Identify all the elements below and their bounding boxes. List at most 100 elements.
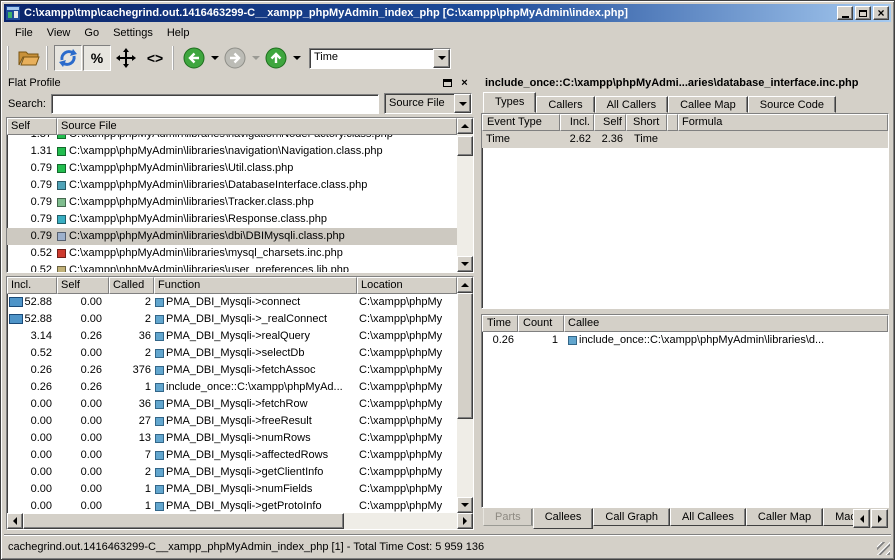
function-row[interactable]: 0.52 0.00 2 PMA_DBI_Mysqli->selectDb C:\… — [7, 345, 457, 362]
combo-arrow-button[interactable] — [433, 49, 450, 68]
toolbar-handle[interactable] — [46, 46, 51, 70]
source-file-row[interactable]: 0.79 C:\xampp\phpMyAdmin\libraries\Respo… — [7, 211, 457, 228]
source-scrollbar[interactable] — [457, 118, 473, 272]
source-file-row[interactable]: 0.79 C:\xampp\phpMyAdmin\libraries\Track… — [7, 194, 457, 211]
bottom-tab[interactable]: Parts — [483, 508, 533, 526]
scroll-track[interactable] — [457, 293, 473, 497]
function-hscrollbar[interactable] — [7, 513, 473, 529]
menu-item[interactable]: Go — [77, 25, 106, 41]
function-row[interactable]: 0.00 0.00 27 PMA_DBI_Mysqli->freeResult … — [7, 413, 457, 430]
cycle-graph-button[interactable] — [54, 45, 82, 71]
title-bar[interactable]: C:\xampp\tmp\cachegrind.out.1416463299-C… — [4, 4, 891, 22]
back-button[interactable] — [180, 45, 208, 71]
up-button[interactable] — [262, 45, 290, 71]
column-header-function[interactable]: Function — [154, 277, 357, 294]
menu-item[interactable]: Help — [160, 25, 197, 41]
bottom-tab[interactable]: Caller Map — [746, 508, 823, 526]
bottom-tab[interactable]: All Callees — [670, 508, 746, 526]
function-row[interactable]: 0.00 0.00 13 PMA_DBI_Mysqli->numRows C:\… — [7, 430, 457, 447]
event-type-combobox[interactable]: Time — [309, 48, 451, 69]
scroll-thumb[interactable] — [23, 513, 344, 529]
column-header-self[interactable]: Self — [57, 277, 109, 294]
callee-row[interactable]: 0.26 1 include_once::C:\xampp\phpMyAdmin… — [482, 332, 888, 349]
column-header-incl[interactable]: Incl. — [7, 277, 57, 294]
function-row[interactable]: 3.14 0.26 36 PMA_DBI_Mysqli->realQuery C… — [7, 328, 457, 345]
up-dropdown[interactable] — [291, 45, 302, 71]
scroll-thumb[interactable] — [457, 293, 473, 419]
detail-tab[interactable]: Callee Map — [668, 96, 748, 113]
source-file-row[interactable]: 0.79 C:\xampp\phpMyAdmin\libraries\Datab… — [7, 177, 457, 194]
resize-grip[interactable] — [877, 542, 890, 555]
function-row[interactable]: 52.88 0.00 2 PMA_DBI_Mysqli->_realConnec… — [7, 311, 457, 328]
bottom-tab[interactable]: Call Graph — [593, 508, 670, 526]
scroll-left-button[interactable] — [7, 513, 23, 529]
scroll-down-button[interactable] — [457, 497, 473, 513]
column-header-called[interactable]: Called — [109, 277, 154, 294]
column-header-location[interactable]: Location — [357, 277, 457, 294]
column-header-time[interactable]: Time — [482, 315, 518, 332]
expand-areas-button[interactable] — [112, 45, 140, 71]
toolbar-handle[interactable] — [172, 46, 177, 70]
tab-scroll-right-button[interactable] — [871, 509, 888, 528]
forward-dropdown[interactable] — [250, 45, 261, 71]
scroll-up-button[interactable] — [457, 277, 473, 293]
detail-tab[interactable]: Source Code — [748, 96, 836, 113]
function-row[interactable]: 0.00 0.00 1 PMA_DBI_Mysqli->numFields C:… — [7, 481, 457, 498]
source-file-row[interactable]: 0.52 C:\xampp\phpMyAdmin\libraries\mysql… — [7, 245, 457, 262]
menu-item[interactable]: File — [8, 25, 40, 41]
search-input[interactable] — [51, 94, 379, 114]
source-file-row[interactable]: 0.79 C:\xampp\phpMyAdmin\libraries\Util.… — [7, 160, 457, 177]
scroll-track[interactable] — [23, 513, 457, 529]
dock-float-button[interactable] — [440, 76, 455, 90]
back-dropdown[interactable] — [209, 45, 220, 71]
scroll-up-button[interactable] — [457, 118, 473, 134]
scroll-track[interactable] — [457, 134, 473, 256]
event-type-row[interactable]: Time 2.62 2.36 Time — [482, 131, 888, 148]
bottom-tab[interactable]: Machine Code — [823, 508, 853, 526]
tab-scroll-left-button[interactable] — [853, 509, 870, 528]
detail-tab[interactable]: All Callers — [595, 96, 669, 113]
function-row[interactable]: 52.88 0.00 2 PMA_DBI_Mysqli->connect C:\… — [7, 294, 457, 311]
combo-arrow-button[interactable] — [454, 94, 471, 113]
source-file-row[interactable]: 1.31 C:\xampp\phpMyAdmin\libraries\navig… — [7, 143, 457, 160]
scroll-thumb[interactable] — [457, 136, 473, 156]
close-button[interactable]: × — [873, 6, 889, 20]
function-row[interactable]: 0.26 0.26 376 PMA_DBI_Mysqli->fetchAssoc… — [7, 362, 457, 379]
column-header-count[interactable]: Count — [518, 315, 564, 332]
column-header-self[interactable]: Self — [594, 114, 626, 131]
column-header-incl[interactable]: Incl. — [560, 114, 594, 131]
column-header-self[interactable]: Self — [7, 118, 57, 135]
forward-button[interactable] — [221, 45, 249, 71]
event-type-incl: 2.62 — [560, 131, 594, 148]
percent-button[interactable]: % — [83, 45, 111, 71]
minimize-button[interactable] — [837, 6, 853, 20]
column-header-source-file[interactable]: Source File — [57, 118, 457, 135]
source-file-row[interactable]: 0.79 C:\xampp\phpMyAdmin\libraries\dbi\D… — [7, 228, 457, 245]
bottom-tab[interactable]: Callees — [533, 508, 594, 529]
function-row[interactable]: 0.00 0.00 1 PMA_DBI_Mysqli->getProtoInfo… — [7, 498, 457, 513]
column-header-event-type[interactable]: Event Type — [482, 114, 560, 131]
menu-item[interactable]: View — [40, 25, 78, 41]
source-file-row[interactable]: 1.37 C:\xampp\phpMyAdmin\libraries\navig… — [7, 135, 457, 143]
scroll-right-button[interactable] — [457, 513, 473, 529]
function-row[interactable]: 0.26 0.26 1 include_once::C:\xampp\phpMy… — [7, 379, 457, 396]
function-row[interactable]: 0.00 0.00 7 PMA_DBI_Mysqli->affectedRows… — [7, 447, 457, 464]
relative-cost-button[interactable]: <> — [141, 45, 169, 71]
function-scrollbar[interactable] — [457, 277, 473, 513]
toolbar-handle[interactable] — [7, 46, 12, 70]
source-file-row[interactable]: 0.52 C:\xampp\phpMyAdmin\libraries\user_… — [7, 262, 457, 272]
column-header-short[interactable]: Short — [626, 114, 667, 131]
scroll-down-button[interactable] — [457, 256, 473, 272]
function-row[interactable]: 0.00 0.00 2 PMA_DBI_Mysqli->getClientInf… — [7, 464, 457, 481]
detail-tab[interactable]: Types — [483, 92, 536, 113]
column-header-formula[interactable]: Formula — [678, 114, 888, 131]
function-row[interactable]: 0.00 0.00 36 PMA_DBI_Mysqli->fetchRow C:… — [7, 396, 457, 413]
maximize-button[interactable] — [855, 6, 871, 20]
column-header-callee[interactable]: Callee — [564, 315, 888, 332]
detail-tab[interactable]: Callers — [536, 96, 594, 113]
source-file-list: 1.37 C:\xampp\phpMyAdmin\libraries\navig… — [7, 135, 457, 272]
group-by-combobox[interactable]: Source File — [384, 93, 472, 114]
menu-item[interactable]: Settings — [106, 25, 160, 41]
dock-close-button[interactable]: × — [457, 76, 472, 90]
open-file-button[interactable] — [15, 45, 43, 71]
